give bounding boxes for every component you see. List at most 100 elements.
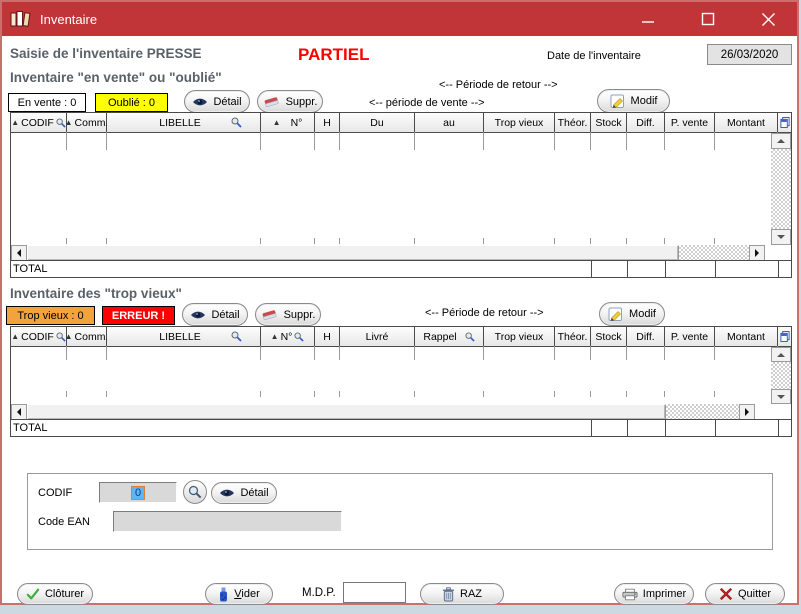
t1-col-p-vente[interactable]: P. vente bbox=[665, 113, 715, 133]
t2-col-livre[interactable]: Livré bbox=[340, 327, 415, 347]
lookup-groupbox: CODIF 0 Détail Code EAN bbox=[27, 473, 773, 550]
maximize-button[interactable] bbox=[685, 2, 731, 36]
codif-input[interactable]: 0 bbox=[99, 482, 177, 503]
clean-icon bbox=[218, 587, 229, 602]
desktop: Inventaire Saisie de l'inventaire PRESSE… bbox=[0, 0, 801, 614]
t2-scroll-down-button[interactable] bbox=[771, 389, 791, 404]
t1-scroll-up-button[interactable] bbox=[771, 133, 791, 149]
t1-col-trop-vieux[interactable]: Trop vieux bbox=[484, 113, 555, 133]
t2-col-comm[interactable]: ▲ Comm. bbox=[67, 327, 107, 347]
t2-col-trop-vieux[interactable]: Trop vieux bbox=[484, 327, 555, 347]
suppr-button-label: Suppr. bbox=[284, 309, 316, 321]
search-icon bbox=[465, 332, 475, 342]
t1-hscroll-track[interactable] bbox=[679, 245, 749, 261]
suppr-button-label: Suppr. bbox=[286, 96, 318, 108]
detail-button-vente[interactable]: Détail bbox=[184, 90, 250, 113]
t2-col-numero[interactable]: ▲ N° bbox=[261, 327, 315, 347]
t1-scroll-left-button[interactable] bbox=[11, 245, 27, 261]
inventory-date-field[interactable]: 26/03/2020 bbox=[707, 44, 792, 65]
t1-col-stock[interactable]: Stock bbox=[591, 113, 627, 133]
window-controls bbox=[611, 2, 791, 36]
eye-icon bbox=[192, 97, 208, 107]
mdp-label: M.D.P. bbox=[302, 587, 336, 599]
close-button[interactable] bbox=[745, 2, 791, 36]
date-label: Date de l'inventaire bbox=[547, 50, 641, 62]
quitter-button[interactable]: Quitter bbox=[705, 583, 785, 605]
t2-scroll-left-button[interactable] bbox=[11, 404, 27, 420]
t2-col-libelle[interactable]: LIBELLE bbox=[107, 327, 261, 347]
detail-button-trop-vieux[interactable]: Détail bbox=[182, 303, 248, 326]
t2-col-diff[interactable]: Diff. bbox=[627, 327, 665, 347]
eraser-icon bbox=[261, 309, 279, 321]
t2-hscroll-track[interactable] bbox=[666, 404, 739, 420]
suppr-button-vente[interactable]: Suppr. bbox=[257, 90, 323, 113]
t1-col-codif[interactable]: ▲ CODIF bbox=[11, 113, 67, 133]
t1-col-numero[interactable]: ▲ N° bbox=[261, 113, 315, 133]
t1-col-h[interactable]: H bbox=[315, 113, 340, 133]
t2-total-label: TOTAL bbox=[13, 422, 47, 434]
t1-col-theor[interactable]: Théor. bbox=[555, 113, 591, 133]
codif-value: 0 bbox=[131, 486, 145, 500]
t2-col-stock[interactable]: Stock bbox=[591, 327, 627, 347]
t2-col-h[interactable]: H bbox=[315, 327, 340, 347]
t1-col-au[interactable]: au bbox=[415, 113, 484, 133]
detail-button-lookup[interactable]: Détail bbox=[211, 482, 277, 504]
code-ean-input[interactable] bbox=[113, 511, 342, 532]
imprimer-button-label: Imprimer bbox=[643, 588, 686, 600]
t1-col-montant[interactable]: Montant bbox=[715, 113, 778, 133]
detail-button-label: Détail bbox=[240, 487, 268, 499]
quitter-button-label: Quitter bbox=[738, 588, 771, 600]
vider-button[interactable]: Vider bbox=[205, 583, 273, 605]
t2-col-rappel[interactable]: Rappel bbox=[415, 327, 484, 347]
imprimer-button[interactable]: Imprimer bbox=[614, 583, 694, 605]
t2-scroll-right-button[interactable] bbox=[739, 404, 755, 420]
sort-asc-icon: ▲ bbox=[273, 119, 281, 127]
periode-vente-label: <-- période de vente --> bbox=[369, 97, 485, 109]
raz-button[interactable]: RAZ bbox=[420, 583, 504, 605]
table-trop-vieux: ▲ CODIF ▲ Comm. LIBELLE ▲ N° H Livré Rap… bbox=[10, 326, 792, 437]
t1-col-diff[interactable]: Diff. bbox=[627, 113, 665, 133]
inventaire-window: Inventaire Saisie de l'inventaire PRESSE… bbox=[0, 0, 799, 605]
books-icon bbox=[10, 10, 32, 28]
t2-col-codif[interactable]: ▲ CODIF bbox=[11, 327, 67, 347]
t2-col-montant[interactable]: Montant bbox=[715, 327, 778, 347]
printer-icon bbox=[622, 588, 638, 601]
search-icon bbox=[294, 332, 304, 342]
copy-icon bbox=[780, 116, 790, 129]
erreur-badge: ERREUR ! bbox=[102, 306, 175, 325]
t1-total-row: TOTAL bbox=[11, 260, 791, 277]
t2-scroll-up-button[interactable] bbox=[771, 347, 791, 362]
page-title: Saisie de l'inventaire PRESSE bbox=[10, 46, 202, 61]
codif-search-button[interactable] bbox=[183, 480, 207, 504]
mdp-input[interactable] bbox=[343, 582, 406, 603]
t2-copy-corner[interactable] bbox=[778, 327, 791, 347]
t1-vscroll-track[interactable] bbox=[771, 149, 791, 229]
t1-scroll-down-button[interactable] bbox=[771, 229, 791, 245]
cloturer-button[interactable]: Clôturer bbox=[17, 583, 93, 605]
modif-button-vente[interactable]: Modif bbox=[597, 89, 670, 113]
search-icon bbox=[231, 331, 242, 342]
t1-scroll-right-button[interactable] bbox=[749, 245, 765, 261]
pencil-icon bbox=[610, 94, 626, 109]
t1-col-du[interactable]: Du bbox=[340, 113, 415, 133]
trash-icon bbox=[442, 587, 455, 602]
suppr-button-trop-vieux[interactable]: Suppr. bbox=[255, 303, 321, 326]
cloturer-button-label: Clôturer bbox=[45, 588, 84, 600]
modif-button-trop-vieux[interactable]: Modif bbox=[599, 302, 665, 326]
magnifier-icon bbox=[188, 485, 202, 499]
eye-icon bbox=[190, 310, 206, 320]
t2-hscroll-thumb[interactable] bbox=[27, 404, 666, 420]
window-title: Inventaire bbox=[40, 12, 97, 27]
minimize-button[interactable] bbox=[625, 2, 671, 36]
t2-col-p-vente[interactable]: P. vente bbox=[665, 327, 715, 347]
table-en-vente: ▲ CODIF ▲ Comm. LIBELLE ▲ N° H Du au Tro… bbox=[10, 112, 792, 278]
t2-vscroll-track[interactable] bbox=[771, 362, 791, 389]
t1-col-libelle[interactable]: LIBELLE bbox=[107, 113, 261, 133]
t1-col-comm[interactable]: ▲ Comm. bbox=[67, 113, 107, 133]
section-vente-heading: Inventaire "en vente" ou "oublié" bbox=[10, 70, 222, 85]
t2-total-row: TOTAL bbox=[11, 419, 791, 436]
sort-asc-icon: ▲ bbox=[11, 119, 19, 127]
t2-col-theor[interactable]: Théor. bbox=[555, 327, 591, 347]
t1-copy-corner[interactable] bbox=[778, 113, 791, 133]
t1-hscroll-thumb[interactable] bbox=[27, 245, 679, 261]
